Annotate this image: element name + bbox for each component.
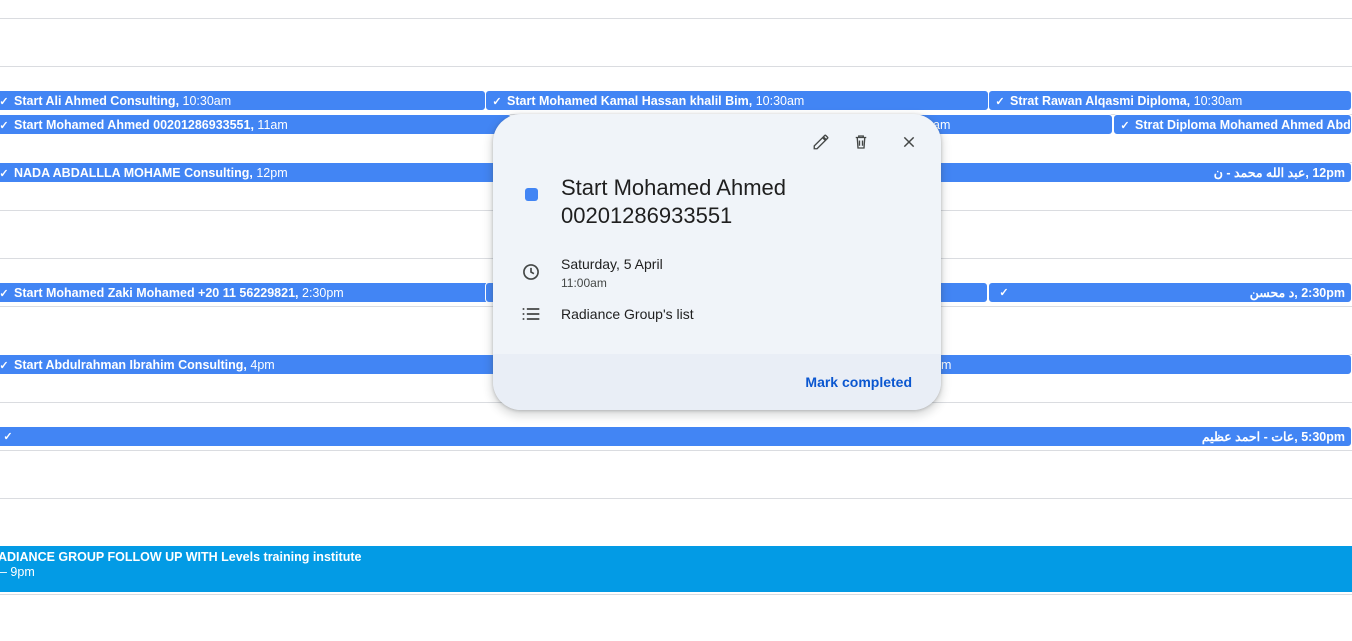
- mark-completed-button[interactable]: Mark completed: [805, 374, 912, 390]
- check-circle-icon: ✓: [0, 120, 9, 132]
- event-time: 11am: [257, 118, 288, 132]
- event-time: – 9pm: [0, 565, 35, 579]
- event-chip[interactable]: m: [900, 354, 1352, 375]
- check-circle-icon: ✓: [999, 287, 1009, 299]
- event-chip[interactable]: ✓ Start Abdulrahman Ibrahim Consulting, 4…: [0, 354, 512, 375]
- event-chip[interactable]: ✓ Strat Rawan Alqasmi Diploma, 10:30am: [988, 90, 1352, 111]
- popup-list-name: Radiance Group's list: [561, 306, 694, 322]
- pencil-icon: [813, 134, 829, 150]
- event-title: Strat Diploma Mohamed Ahmed Abde: [1135, 118, 1352, 132]
- event-chip-selected[interactable]: ✓ Start Mohamed Ahmed 00201286933551, 11a…: [0, 114, 512, 135]
- popup-title: Start Mohamed Ahmed 00201286933551: [561, 175, 787, 228]
- event-title: Start Mohamed Ahmed 00201286933551,: [14, 118, 254, 132]
- event-time: 10:30am: [1193, 94, 1243, 108]
- check-circle-icon: ✓: [1120, 120, 1130, 132]
- grid-line: [0, 498, 1352, 499]
- event-chip[interactable]: 2:30pm ,د محسن ✓: [988, 282, 1352, 303]
- event-chip[interactable]: ✓ Start Mohamed Zaki Mohamed +20 11 56229…: [0, 282, 492, 303]
- grid-line: [0, 66, 1352, 67]
- popup-date: Saturday, 5 April: [561, 256, 663, 272]
- check-circle-icon: ✓: [492, 96, 502, 108]
- trash-icon: [855, 135, 867, 149]
- grid-line: [0, 594, 1352, 595]
- event-title: Start Abdulrahman Ibrahim Consulting,: [14, 358, 247, 372]
- event-time: 12pm: [256, 166, 288, 180]
- event-time: 4pm: [250, 358, 275, 372]
- event-title: 12pm ,عبد الله محمد - ن: [1213, 166, 1345, 180]
- list-icon: [521, 306, 541, 327]
- event-chip[interactable]: 5:30pm ,عات - احمد عظيم ✓: [0, 426, 1352, 447]
- event-title: Start Mohamed Kamal Hassan khalil Bim,: [507, 94, 753, 108]
- event-time: 10:30am: [182, 94, 232, 108]
- check-circle-icon: ✓: [0, 96, 9, 108]
- event-title: Start Mohamed Zaki Mohamed +20 11 562298…: [14, 286, 299, 300]
- color-square-icon: [525, 188, 538, 201]
- event-title: ADIANCE GROUP FOLLOW UP WITH Levels trai…: [0, 550, 362, 564]
- clock-icon: [521, 262, 541, 287]
- grid-line: [0, 450, 1352, 451]
- popup-time: 11:00am: [561, 276, 607, 290]
- event-title: NADA ABDALLLA MOHAME Consulting,: [14, 166, 253, 180]
- event-title: m: [941, 358, 952, 372]
- event-block[interactable]: ADIANCE GROUP FOLLOW UP WITH Levels trai…: [0, 546, 1352, 592]
- event-time: 10:30am: [755, 94, 805, 108]
- event-chip[interactable]: ✓ Start Ali Ahmed Consulting, 10:30am: [0, 90, 486, 111]
- check-circle-icon: ✓: [995, 96, 1005, 108]
- event-title: 5:30pm ,عات - احمد عظيم: [1201, 430, 1345, 444]
- event-detail-popup: Start Mohamed Ahmed 00201286933551 Satur…: [493, 114, 941, 410]
- grid-line: [0, 18, 1352, 19]
- check-circle-icon: ✓: [0, 168, 9, 180]
- event-title: Start Ali Ahmed Consulting,: [14, 94, 180, 108]
- event-chip[interactable]: ✓ Start Mohamed Kamal Hassan khalil Bim, …: [485, 90, 989, 111]
- close-button[interactable]: [897, 130, 921, 154]
- event-time: 2:30pm: [302, 286, 344, 300]
- check-circle-icon: ✓: [0, 360, 9, 372]
- event-chip[interactable]: ✓ NADA ABDALLLA MOHAME Consulting, 12pm: [0, 162, 512, 183]
- event-chip[interactable]: 12pm ,عبد الله محمد - ن: [900, 162, 1352, 183]
- close-icon: [903, 136, 915, 148]
- delete-button[interactable]: [849, 130, 873, 154]
- edit-button[interactable]: [809, 130, 833, 154]
- check-circle-icon: ✓: [3, 431, 13, 443]
- check-circle-icon: ✓: [0, 288, 9, 300]
- event-title: 2:30pm ,د محسن: [1249, 286, 1345, 300]
- event-chip[interactable]: ✓ Strat Diploma Mohamed Ahmed Abde: [1113, 114, 1352, 135]
- event-title: Strat Rawan Alqasmi Diploma,: [1010, 94, 1191, 108]
